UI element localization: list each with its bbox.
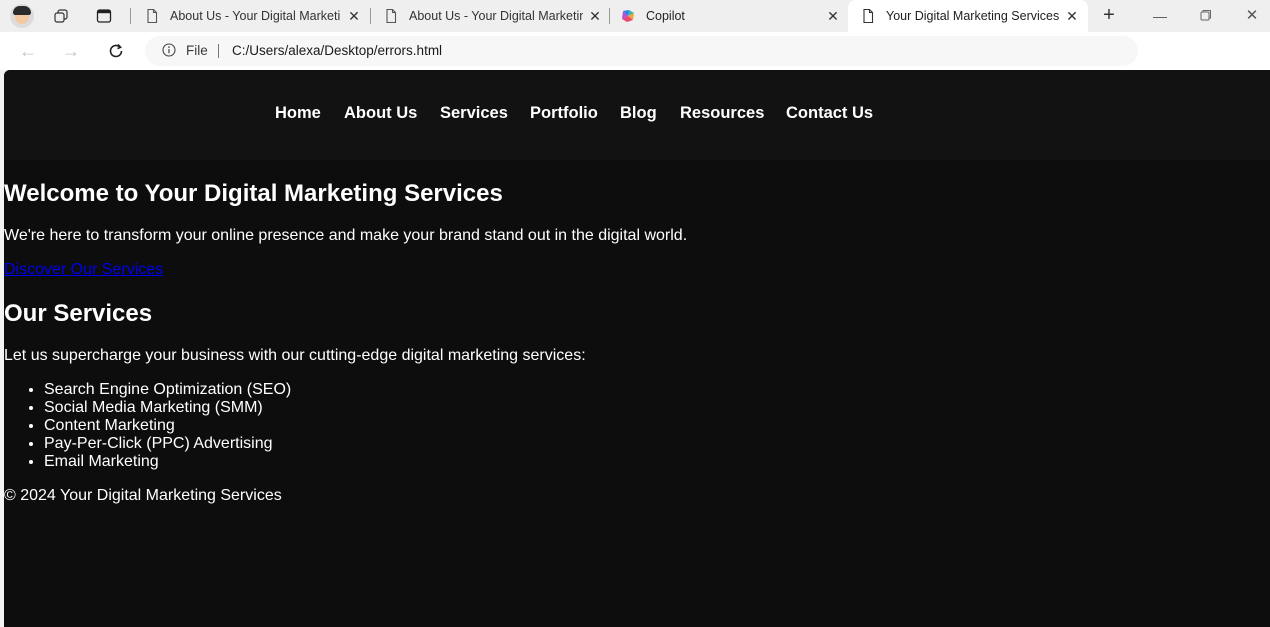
main-nav: Home About Us Services Portfolio Blog Re… <box>4 104 1270 126</box>
avatar-hair <box>13 6 31 15</box>
forward-button[interactable]: → <box>61 41 81 61</box>
info-icon[interactable] <box>162 43 176 57</box>
tab-digital-marketing[interactable]: Your Digital Marketing Services ✕ <box>848 0 1088 32</box>
workspaces-icon[interactable] <box>53 8 69 24</box>
nav-services[interactable]: Services <box>440 104 508 123</box>
nav-home[interactable]: Home <box>275 104 321 123</box>
tab-title: About Us - Your Digital Marketing Servic… <box>409 9 583 23</box>
address-divider <box>218 44 219 58</box>
nav-resources[interactable]: Resources <box>680 104 764 123</box>
page-icon <box>863 8 874 24</box>
close-icon[interactable]: ✕ <box>587 8 603 24</box>
back-button[interactable]: ← <box>18 41 38 61</box>
profile-avatar[interactable] <box>10 4 34 28</box>
list-item: Search Engine Optimization (SEO) <box>44 381 291 399</box>
page-icon <box>147 8 158 24</box>
tab-about-us-2[interactable]: About Us - Your Digital Marketing Servic… <box>371 0 607 32</box>
new-tab-button[interactable]: + <box>1100 5 1118 25</box>
nav-contact-us[interactable]: Contact Us <box>786 104 873 123</box>
close-icon[interactable]: ✕ <box>825 8 841 24</box>
nav-about-us[interactable]: About Us <box>344 104 417 123</box>
close-window-button[interactable]: ✕ <box>1242 6 1262 26</box>
list-item: Content Marketing <box>44 417 291 435</box>
hero-text: We're here to transform your online pres… <box>4 227 688 244</box>
tab-title: About Us - Your Digital Marketing Servic… <box>170 9 340 23</box>
tab-separator <box>130 8 131 24</box>
page-viewport: Home About Us Services Portfolio Blog Re… <box>4 70 1270 627</box>
restore-button[interactable] <box>1196 6 1216 26</box>
address-bar[interactable]: File C:/Users/alexa/Desktop/errors.html <box>145 36 1138 66</box>
tab-actions-icon[interactable] <box>96 8 112 24</box>
restore-icon <box>1200 10 1211 21</box>
close-icon[interactable]: ✕ <box>346 8 362 24</box>
list-item: Email Marketing <box>44 453 291 471</box>
close-icon[interactable]: ✕ <box>1064 8 1080 24</box>
services-list: Search Engine Optimization (SEO) Social … <box>4 381 291 471</box>
list-item: Pay-Per-Click (PPC) Advertising <box>44 435 291 453</box>
tab-copilot[interactable]: Copilot ✕ <box>608 0 846 32</box>
refresh-icon[interactable] <box>106 41 126 61</box>
discover-services-link[interactable]: Discover Our Services <box>4 261 163 279</box>
tab-strip: About Us - Your Digital Marketing Servic… <box>0 0 1270 32</box>
list-item: Social Media Marketing (SMM) <box>44 399 291 417</box>
nav-blog[interactable]: Blog <box>620 104 657 123</box>
footer-copyright: © 2024 Your Digital Marketing Services <box>4 487 282 504</box>
url-text[interactable]: C:/Users/alexa/Desktop/errors.html <box>232 43 442 58</box>
tab-title: Copilot <box>646 9 685 23</box>
address-toolbar: ← → File C:/Users/alexa/Desktop/errors.h… <box>0 32 1270 70</box>
scheme-label: File <box>186 43 208 58</box>
services-lead: Let us supercharge your business with ou… <box>4 347 586 364</box>
site-header: Home About Us Services Portfolio Blog Re… <box>4 70 1270 160</box>
services-heading: Our Services <box>4 300 153 327</box>
page-icon <box>386 8 397 24</box>
nav-portfolio[interactable]: Portfolio <box>530 104 598 123</box>
tab-about-us-1[interactable]: About Us - Your Digital Marketing Servic… <box>132 0 368 32</box>
copilot-icon <box>622 10 634 22</box>
minimize-button[interactable]: — <box>1150 6 1170 26</box>
tab-title: Your Digital Marketing Services <box>886 9 1060 23</box>
hero-heading: Welcome to Your Digital Marketing Servic… <box>4 180 503 207</box>
